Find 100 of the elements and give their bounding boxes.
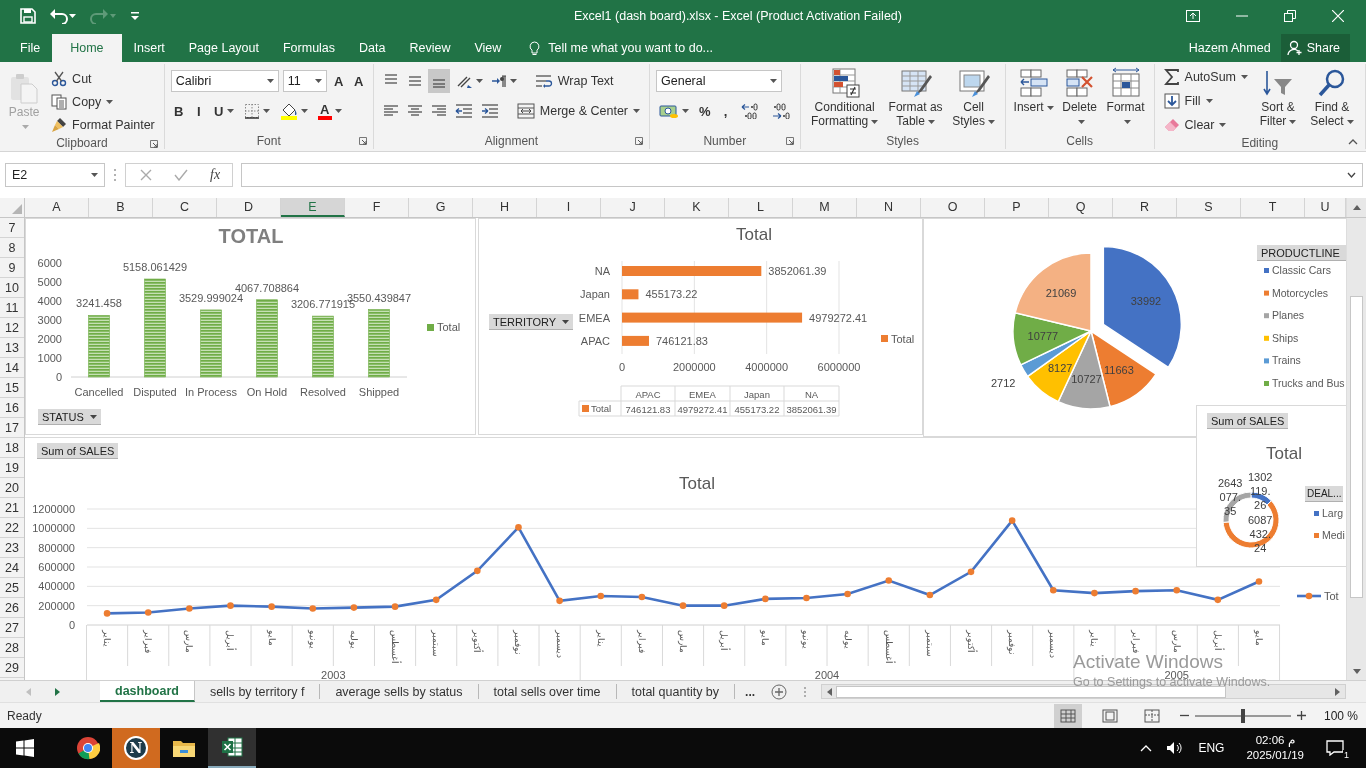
row-header[interactable]: 14 — [0, 358, 24, 378]
column-header[interactable]: Q — [1049, 198, 1113, 217]
ribbon-button[interactable]: I — [190, 99, 207, 123]
close-icon[interactable] — [1332, 10, 1344, 22]
ribbon-button[interactable]: Merge & Center — [513, 100, 643, 122]
ribbon-button[interactable]: Cell Styles — [948, 66, 999, 128]
speaker-icon[interactable] — [1166, 741, 1185, 755]
field-button[interactable]: DEAL... — [1305, 486, 1344, 502]
add-sheet-icon[interactable] — [771, 683, 788, 700]
row-header[interactable]: 12 — [0, 318, 24, 338]
column-header[interactable]: G — [409, 198, 473, 217]
dropdown-field[interactable]: General — [656, 70, 782, 92]
zoom-in-icon[interactable] — [1296, 711, 1306, 720]
row-header[interactable]: 27 — [0, 618, 24, 638]
taskbar-app[interactable]: N — [112, 728, 160, 768]
language-indicator[interactable]: ENG — [1198, 741, 1225, 755]
share-button[interactable]: Share — [1280, 34, 1350, 62]
dialog-launcher-icon[interactable] — [149, 140, 158, 148]
row-header[interactable]: 17 — [0, 418, 24, 438]
row-header[interactable]: 24 — [0, 558, 24, 578]
ribbon-tab[interactable]: File — [8, 34, 53, 62]
ribbon-button[interactable]: Format Painter — [48, 114, 158, 136]
drag-handle-icon[interactable] — [113, 168, 117, 182]
sheet-tab[interactable]: dashboard — [100, 681, 195, 702]
row-header[interactable]: 25 — [0, 578, 24, 598]
column-header[interactable]: N — [857, 198, 921, 217]
ribbon-button[interactable]: , — [717, 99, 734, 123]
ribbon-tab[interactable]: Page Layout — [176, 34, 271, 62]
row-header[interactable]: 19 — [0, 458, 24, 478]
ribbon-button[interactable]: Copy — [48, 91, 158, 113]
sheet-tab[interactable]: sells by territory f — [194, 684, 321, 699]
ribbon-display-icon[interactable] — [1186, 10, 1200, 22]
insert-function-button[interactable]: fx — [210, 167, 221, 183]
row-header[interactable]: 28 — [0, 638, 24, 658]
view-button[interactable] — [1053, 703, 1082, 728]
drag-handle-icon[interactable] — [803, 685, 808, 698]
column-header[interactable]: I — [537, 198, 601, 217]
column-header[interactable]: E — [281, 198, 345, 217]
column-header[interactable]: K — [665, 198, 729, 217]
column-header[interactable]: O — [921, 198, 985, 217]
taskbar-app[interactable] — [208, 728, 256, 768]
column-header[interactable]: A — [25, 198, 89, 217]
row-header[interactable]: 29 — [0, 658, 24, 678]
ribbon-button[interactable]: U — [210, 99, 237, 123]
row-header[interactable]: 9 — [0, 258, 24, 278]
ribbon-button[interactable]: Wrap Text — [531, 70, 617, 92]
row-header[interactable]: 8 — [0, 238, 24, 258]
scroll-left-icon[interactable] — [827, 687, 833, 696]
column-header[interactable]: R — [1113, 198, 1177, 217]
row-header[interactable]: 7 — [0, 218, 24, 238]
next-sheet-icon[interactable] — [55, 687, 60, 696]
ribbon-button[interactable]: Find & Select — [1305, 66, 1359, 128]
scroll-right-icon[interactable] — [1335, 687, 1340, 696]
chevron-up-icon[interactable] — [1140, 744, 1153, 752]
ribbon-button[interactable]: Conditional Formatting — [806, 66, 883, 128]
row-header[interactable]: 13 — [0, 338, 24, 358]
ribbon-button[interactable]: Clear — [1160, 114, 1251, 136]
row-header[interactable]: 10 — [0, 278, 24, 298]
ribbon-button[interactable]: Format — [1103, 66, 1148, 128]
column-header[interactable]: S — [1177, 198, 1241, 217]
dropdown-field[interactable]: Calibri — [170, 70, 279, 92]
column-header[interactable]: B — [89, 198, 153, 217]
ribbon-button[interactable]: B — [170, 99, 187, 123]
row-header[interactable]: 26 — [0, 598, 24, 618]
ribbon-tab[interactable]: Data — [347, 34, 398, 62]
zoom-level[interactable]: 100 % — [1323, 708, 1358, 723]
ribbon-button[interactable]: AutoSum — [1160, 66, 1251, 88]
ribbon-button[interactable]: A — [330, 69, 347, 93]
column-header[interactable]: J — [601, 198, 665, 217]
field-button[interactable]: TERRITORY — [489, 314, 574, 330]
row-header[interactable]: 20 — [0, 478, 24, 498]
row-header[interactable]: 22 — [0, 518, 24, 538]
column-header[interactable]: H — [473, 198, 537, 217]
undo-icon[interactable] — [50, 8, 76, 24]
sheet-tab[interactable]: total quantity by — [616, 684, 736, 699]
field-button[interactable]: Sum of SALES — [1207, 413, 1289, 429]
ribbon-button[interactable]: Format as Table — [884, 66, 947, 128]
restore-icon[interactable] — [1284, 10, 1296, 22]
dropdown-field[interactable]: 11 — [282, 70, 327, 92]
ribbon-button[interactable]: Cut — [48, 68, 158, 90]
ribbon-button[interactable]: Insert — [1011, 66, 1056, 114]
row-header[interactable]: 11 — [0, 298, 24, 318]
dialog-launcher-icon[interactable] — [635, 137, 643, 145]
scrollbar-thumb[interactable] — [1350, 296, 1363, 598]
row-header[interactable]: 18 — [0, 438, 24, 458]
scroll-up-icon[interactable] — [1352, 205, 1361, 210]
name-box[interactable]: E2 — [5, 163, 105, 187]
expand-icon[interactable] — [1347, 172, 1356, 178]
collapse-ribbon-icon[interactable] — [1348, 139, 1358, 145]
ribbon-button[interactable]: Fill — [1160, 90, 1251, 112]
ribbon-tab[interactable]: Home — [52, 34, 122, 62]
column-header[interactable]: L — [729, 198, 793, 217]
field-button[interactable]: Sum of SALES — [37, 443, 119, 459]
field-button[interactable]: STATUS — [38, 409, 101, 425]
row-header[interactable]: 21 — [0, 498, 24, 518]
ribbon-tab[interactable]: Review — [397, 34, 463, 62]
notification-icon[interactable] — [1326, 740, 1344, 756]
dialog-launcher-icon[interactable] — [785, 137, 794, 145]
clock-date[interactable]: 2025/01/19 — [1246, 748, 1304, 763]
more-sheets-button[interactable]: ... — [735, 681, 766, 702]
